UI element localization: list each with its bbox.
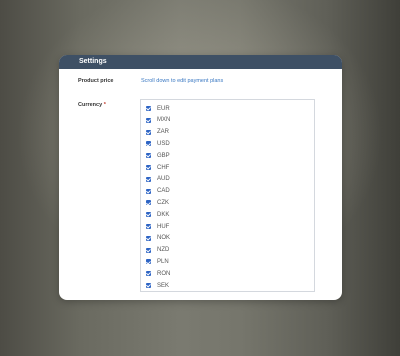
currency-code: SEK [157, 282, 170, 289]
currency-list[interactable]: EUR MXN ZAR USD GBP CHF AUD CAD CZK DKK … [140, 99, 315, 292]
currency-option-mxn[interactable]: MXN [146, 116, 170, 125]
currency-option-pln[interactable]: PLN [146, 257, 169, 266]
currency-code: USD [157, 140, 170, 147]
currency-option-eur[interactable]: EUR [146, 104, 170, 113]
currency-option-nok[interactable]: NOK [146, 234, 170, 243]
currency-code: HUF [157, 223, 170, 230]
currency-code: RON [157, 270, 171, 277]
currency-option-czk[interactable]: CZK [146, 198, 169, 207]
currency-option-ron[interactable]: RON [146, 269, 170, 278]
currency-code: DKK [157, 211, 170, 218]
checkbox-checked-icon[interactable] [146, 117, 151, 123]
checkbox-checked-icon[interactable] [146, 176, 151, 182]
checkbox-checked-icon[interactable] [146, 283, 151, 288]
currency-label: Currency * [78, 102, 106, 108]
currency-code: CHF [157, 164, 170, 171]
checkbox-checked-icon[interactable] [146, 188, 151, 194]
currency-code: CZK [157, 199, 169, 206]
currency-option-gbp[interactable]: GBP [146, 151, 170, 160]
checkbox-checked-icon[interactable] [146, 235, 151, 241]
currency-option-cad[interactable]: CAD [146, 187, 170, 196]
currency-code: GBP [157, 152, 170, 159]
currency-code: ZAR [157, 129, 169, 136]
checkbox-checked-icon[interactable] [146, 247, 151, 253]
checkbox-checked-icon[interactable] [146, 129, 151, 135]
edit-payment-plans-link[interactable]: Scroll down to edit payment plans [141, 78, 223, 84]
checkbox-checked-icon[interactable] [146, 165, 151, 170]
currency-option-chf[interactable]: CHF [146, 163, 169, 172]
currency-option-zar[interactable]: ZAR [146, 128, 169, 137]
checkbox-checked-icon[interactable] [146, 271, 151, 277]
checkbox-checked-icon[interactable] [146, 224, 151, 229]
currency-code: NZD [157, 247, 170, 254]
currency-option-nzd[interactable]: NZD [146, 246, 169, 255]
checkbox-checked-icon[interactable] [146, 141, 151, 147]
currency-label-text: Currency [78, 102, 103, 108]
currency-option-huf[interactable]: HUF [146, 222, 169, 231]
panel-title: Settings [59, 55, 342, 69]
currency-option-usd[interactable]: USD [146, 139, 170, 148]
checkbox-checked-icon[interactable] [146, 200, 151, 206]
settings-panel: Settings Product price Scroll down to ed… [59, 55, 342, 300]
checkbox-checked-icon[interactable] [146, 153, 151, 159]
currency-option-aud[interactable]: AUD [146, 175, 170, 184]
currency-option-dkk[interactable]: DKK [146, 210, 169, 219]
currency-code: AUD [157, 176, 170, 183]
checkbox-checked-icon[interactable] [146, 212, 151, 218]
checkbox-checked-icon[interactable] [146, 259, 151, 265]
product-price-label: Product price [78, 78, 114, 84]
currency-code: CAD [157, 188, 170, 195]
currency-code: MXN [157, 117, 171, 124]
checkbox-checked-icon[interactable] [146, 106, 151, 111]
required-mark: * [103, 102, 106, 108]
currency-code: PLN [157, 258, 169, 265]
currency-code: NOK [157, 235, 171, 242]
currency-option-sek[interactable]: SEK [146, 281, 169, 290]
currency-code: EUR [157, 105, 170, 112]
